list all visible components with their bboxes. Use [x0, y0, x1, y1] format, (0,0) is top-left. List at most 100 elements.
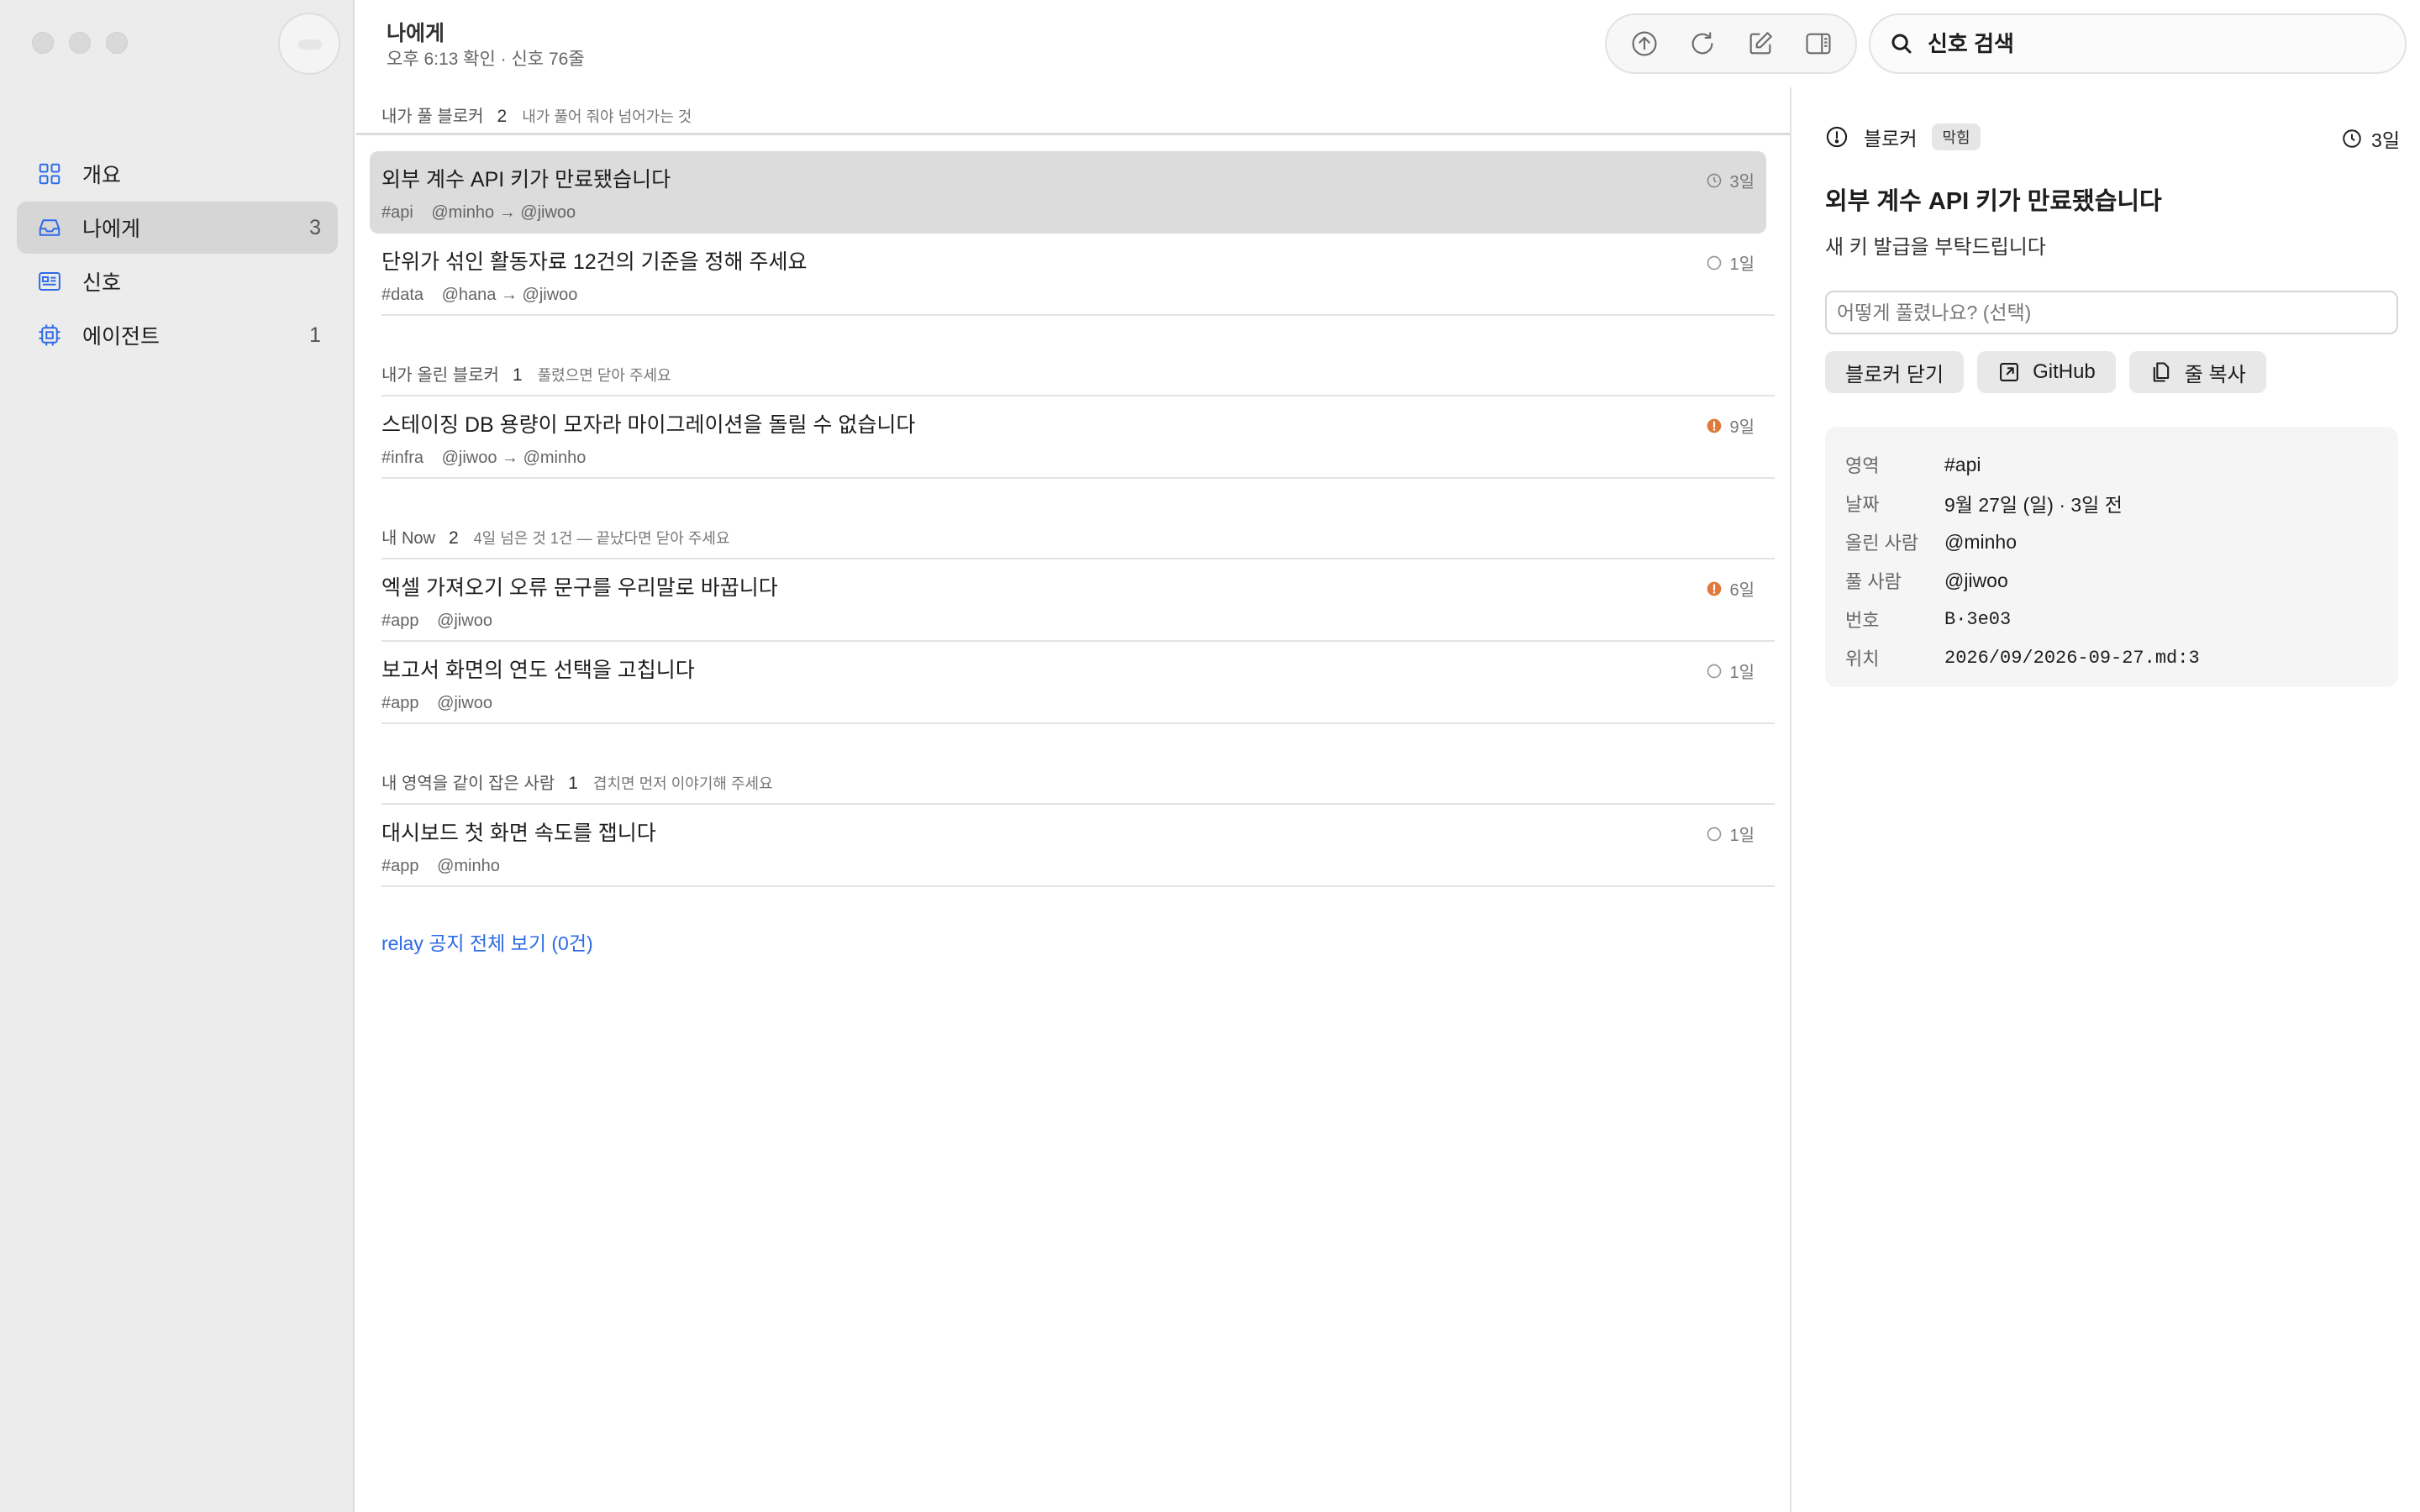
section-note: 풀렸으면 닫아 주세요: [537, 367, 671, 384]
open-circle-icon: [1707, 664, 1722, 678]
inbox-icon: [37, 215, 62, 240]
open-circle-icon: [1707, 255, 1722, 270]
item-title: 엑셀 가져오기 오류 문구를 우리말로 바꿉니다: [381, 576, 778, 600]
section-count: 2: [497, 107, 508, 126]
item-age: 6일: [1706, 576, 1754, 601]
item-age: 3일: [1706, 168, 1754, 192]
sidebar: 개요 나에게 3 신호 에이전트 1: [0, 0, 355, 1512]
section-note: 겹치면 먼저 이야기해 주세요: [592, 775, 773, 792]
sidebar-nav: 개요 나에게 3 신호 에이전트 1: [17, 148, 338, 363]
info-row: 영역 #api: [1845, 445, 2378, 484]
sidebar-item-signals[interactable]: 신호: [17, 255, 338, 307]
copy-line-button[interactable]: 줄 복사: [2128, 351, 2266, 393]
detail-panel: 블로커 막힘 3일 외부 계수 API 키가 만료됐습니다 새 키 발급을 부탁…: [1790, 87, 2420, 1512]
sidebar-item-to-me[interactable]: 나에게 3: [17, 202, 338, 254]
blocker-icon: [1826, 126, 1848, 148]
divider: [356, 133, 1790, 135]
sidebar-item-label: 에이전트: [82, 325, 160, 349]
item-people: @jiwoo: [437, 694, 492, 712]
close-window-button[interactable]: [32, 32, 54, 54]
zoom-window-button[interactable]: [106, 32, 128, 54]
divider: [381, 477, 1775, 479]
info-row: 풀 사람 @jiwoo: [1845, 561, 2378, 600]
section-title: 내 Now: [381, 529, 435, 548]
detail-kind-label: 블로커: [1864, 128, 1918, 150]
minimize-window-button[interactable]: [69, 32, 91, 54]
list-item[interactable]: 단위가 섞인 활동자료 12건의 기준을 정해 주세요 #data @hana …: [370, 234, 1766, 316]
sidebar-item-label: 신호: [82, 271, 122, 295]
top-bar: 나에게 오후 6:13 확인 · 신호 76줄: [356, 0, 2420, 87]
item-age: 1일: [1706, 250, 1754, 275]
copy-line-label: 줄 복사: [2184, 363, 2246, 386]
section-title: 내가 올린 블로커: [381, 366, 499, 385]
section-header: 내 영역을 같이 잡은 사람 1 겹치면 먼저 이야기해 주세요: [381, 769, 773, 794]
search-input[interactable]: [1928, 30, 2381, 57]
close-blocker-label: 블로커 닫기: [1845, 363, 1944, 386]
item-age-label: 3일: [1729, 173, 1754, 192]
clock-icon: [1707, 173, 1722, 187]
sidebar-item-overview[interactable]: 개요: [17, 148, 338, 200]
section-header: 내 Now 2 4일 넘은 것 1건 — 끝났다면 닫아 주세요: [381, 524, 730, 549]
item-meta: #app @minho: [381, 857, 1754, 876]
item-age-label: 1일: [1729, 664, 1754, 682]
chip-icon: [37, 323, 62, 348]
sidebar-item-label: 개요: [82, 164, 122, 187]
page-title: 나에게: [387, 22, 445, 45]
item-people: @minho → @jiwoo: [431, 203, 576, 222]
item-meta: #app @jiwoo: [381, 694, 1754, 713]
sidebar-item-count: 3: [309, 215, 321, 239]
list-item[interactable]: 보고서 화면의 연도 선택을 고칩니다 #app @jiwoo 1일: [370, 642, 1766, 724]
list-item[interactable]: 외부 계수 API 키가 만료됐습니다 #api @minho → @jiwoo…: [370, 151, 1766, 234]
item-age-label: 6일: [1729, 581, 1754, 600]
list-item[interactable]: 스테이징 DB 용량이 모자라 마이그레이션을 돌릴 수 없습니다 #infra…: [370, 396, 1766, 479]
close-blocker-button[interactable]: 블로커 닫기: [1825, 351, 1965, 393]
section-count: 2: [448, 528, 459, 548]
resolution-input[interactable]: [1825, 291, 2398, 334]
divider: [381, 314, 1775, 316]
section-count: 1: [568, 774, 578, 793]
item-title: 외부 계수 API 키가 만료됐습니다: [381, 168, 671, 192]
sidebar-item-agents[interactable]: 에이전트 1: [17, 309, 338, 361]
info-value: @jiwoo: [1944, 569, 2008, 591]
compose-button[interactable]: [1739, 22, 1782, 66]
sidebar-item-label: 나에게: [82, 218, 141, 241]
panel-toggle-button[interactable]: [1797, 22, 1840, 66]
clock-icon: [2343, 129, 2361, 148]
list-item[interactable]: 대시보드 첫 화면 속도를 잽니다 #app @minho 1일: [370, 805, 1766, 887]
item-meta: #api @minho → @jiwoo: [381, 203, 1754, 223]
upload-button[interactable]: [1623, 22, 1666, 66]
refresh-button[interactable]: [1681, 22, 1724, 66]
github-button[interactable]: GitHub: [1977, 351, 2116, 393]
alert-icon: [1707, 418, 1722, 433]
info-row: 위치 2026/09/2026-09-27.md:3: [1845, 638, 2378, 677]
detail-info-card: 영역 #api 날짜 9월 27일 (일) · 3일 전 올린 사람 @minh…: [1825, 427, 2398, 687]
detail-title: 외부 계수 API 키가 만료됐습니다: [1825, 188, 2162, 215]
copy-icon: [2153, 362, 2169, 382]
item-people: @jiwoo → @minho: [441, 449, 587, 467]
item-title: 스테이징 DB 용량이 모자라 마이그레이션을 돌릴 수 없습니다: [381, 413, 916, 437]
info-row: 번호 B·3e03: [1845, 600, 2378, 638]
list-item[interactable]: 엑셀 가져오기 오류 문구를 우리말로 바꿉니다 #app @jiwoo 6일: [370, 559, 1766, 642]
item-tag: #app: [381, 857, 419, 875]
compose-icon: [1749, 32, 1772, 55]
section-header: 내가 풀 블로커 2 내가 풀어 줘야 넘어가는 것: [381, 102, 692, 127]
section-note: 4일 넘은 것 1건 — 끝났다면 닫아 주세요: [473, 530, 730, 547]
detail-kind: 블로커 막힘: [1825, 123, 1981, 151]
info-value: 9월 27일 (일) · 3일 전: [1944, 494, 2123, 516]
item-age-label: 1일: [1729, 827, 1754, 845]
search-box[interactable]: [1869, 13, 2407, 74]
item-age: 1일: [1706, 822, 1754, 846]
info-key: 번호: [1845, 610, 1880, 631]
detail-actions: 블로커 닫기 GitHub 줄 복사: [1825, 351, 2266, 393]
sidebar-toggle-button[interactable]: [278, 13, 340, 75]
section-title: 내 영역을 같이 잡은 사람: [381, 774, 555, 793]
section-title: 내가 풀 블로커: [381, 108, 484, 126]
refresh-icon: [1691, 32, 1712, 55]
info-value: @minho: [1944, 530, 2017, 553]
search-icon: [1891, 34, 1912, 54]
relay-notice-link[interactable]: relay 공지 전체 보기 (0건): [381, 927, 593, 956]
signal-list: 내가 풀 블로커 2 내가 풀어 줘야 넘어가는 것 외부 계수 API 키가 …: [356, 87, 1790, 1512]
info-row: 날짜 9월 27일 (일) · 3일 전: [1845, 484, 2378, 522]
open-circle-icon: [1707, 827, 1722, 841]
toolbar: [1605, 13, 1857, 74]
